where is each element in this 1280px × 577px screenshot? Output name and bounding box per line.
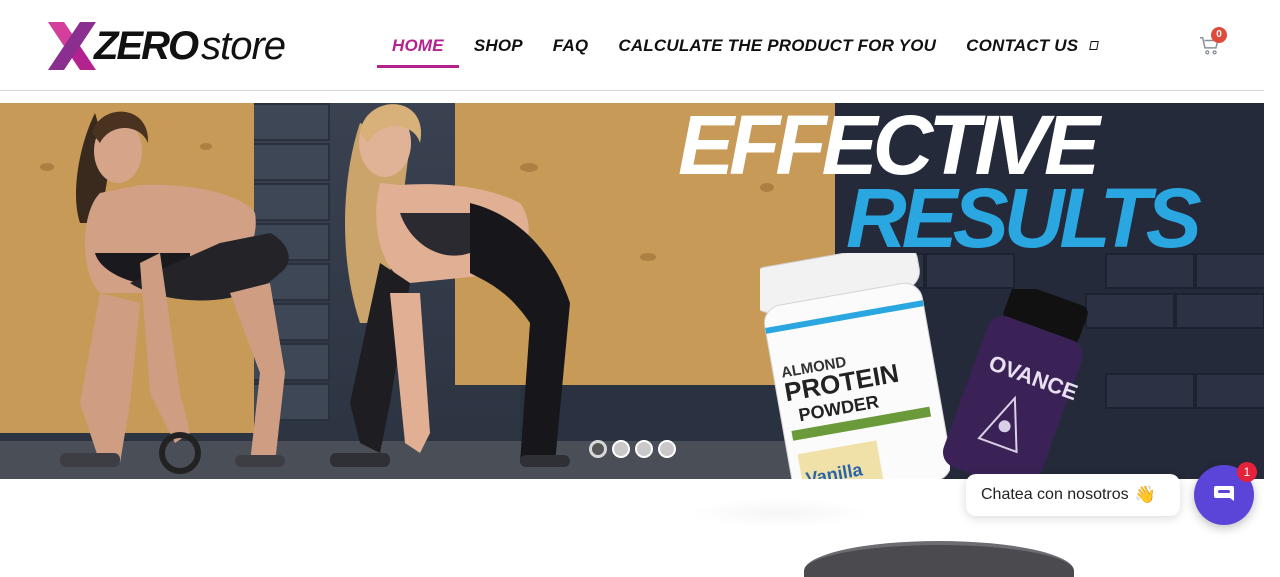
nav-label-home: HOME bbox=[392, 35, 444, 55]
nav-label-contact: CONTACT US bbox=[966, 35, 1079, 55]
supplement-bottle-product-image: OVANCE bbox=[942, 289, 1088, 479]
brick bbox=[1195, 373, 1264, 409]
hero-slider[interactable]: EFFECTIVE RESULTS ALMOND PROTEIN POWDER … bbox=[0, 103, 1264, 479]
site-logo[interactable]: ZERO store bbox=[44, 18, 286, 74]
logo-x-mark bbox=[48, 22, 96, 70]
athlete-left-image bbox=[60, 111, 289, 474]
athlete-right-image bbox=[330, 104, 570, 467]
osb-texture bbox=[640, 253, 656, 261]
slider-dot-4[interactable] bbox=[658, 440, 676, 458]
slider-dot-3[interactable] bbox=[635, 440, 653, 458]
chat-invite-text: Chatea con nosotros bbox=[981, 486, 1129, 503]
brick bbox=[1195, 253, 1264, 289]
protein-tub-product-image: ALMOND PROTEIN POWDER Vanilla bbox=[760, 253, 950, 479]
slider-dot-2[interactable] bbox=[612, 440, 630, 458]
slider-pagination bbox=[589, 440, 676, 458]
nav-label-calculate: CALCULATE THE PRODUCT FOR YOU bbox=[618, 35, 937, 55]
waving-hand-icon: 👋 bbox=[1134, 485, 1156, 504]
nav-item-home[interactable]: HOME bbox=[377, 0, 459, 91]
chat-unread-badge: 1 bbox=[1237, 462, 1257, 482]
product-preview-disc bbox=[804, 541, 1074, 577]
brick bbox=[1175, 293, 1264, 329]
site-header: ZERO store HOME SHOP FAQ CALCULATE THE P… bbox=[0, 0, 1264, 91]
section-background-shape bbox=[690, 498, 870, 528]
main-navigation: HOME SHOP FAQ CALCULATE THE PRODUCT FOR … bbox=[377, 0, 1113, 91]
nav-item-faq[interactable]: FAQ bbox=[538, 0, 604, 91]
cart-count-badge: 0 bbox=[1211, 27, 1227, 43]
chat-icon bbox=[1214, 486, 1234, 501]
nav-label-shop: SHOP bbox=[473, 35, 523, 55]
nav-item-shop[interactable]: SHOP bbox=[459, 0, 538, 91]
dropdown-caret-icon bbox=[1089, 41, 1100, 50]
slider-dot-1[interactable] bbox=[589, 440, 607, 458]
hero-headline-results: RESULTS bbox=[846, 171, 1202, 265]
cart-button[interactable]: 0 bbox=[1199, 27, 1227, 57]
nav-item-calculate[interactable]: CALCULATE THE PRODUCT FOR YOU bbox=[603, 0, 951, 91]
logo-store-text: store bbox=[201, 23, 286, 68]
brick bbox=[1105, 373, 1195, 409]
nav-item-contact[interactable]: CONTACT US bbox=[951, 0, 1113, 91]
page: ZERO store HOME SHOP FAQ CALCULATE THE P… bbox=[0, 0, 1280, 577]
chat-invite-bubble[interactable]: Chatea con nosotros 👋 bbox=[966, 474, 1180, 516]
logo-zero-text: ZERO bbox=[94, 23, 199, 68]
page-scrollbar[interactable] bbox=[1264, 0, 1280, 577]
nav-label-faq: FAQ bbox=[552, 35, 589, 55]
